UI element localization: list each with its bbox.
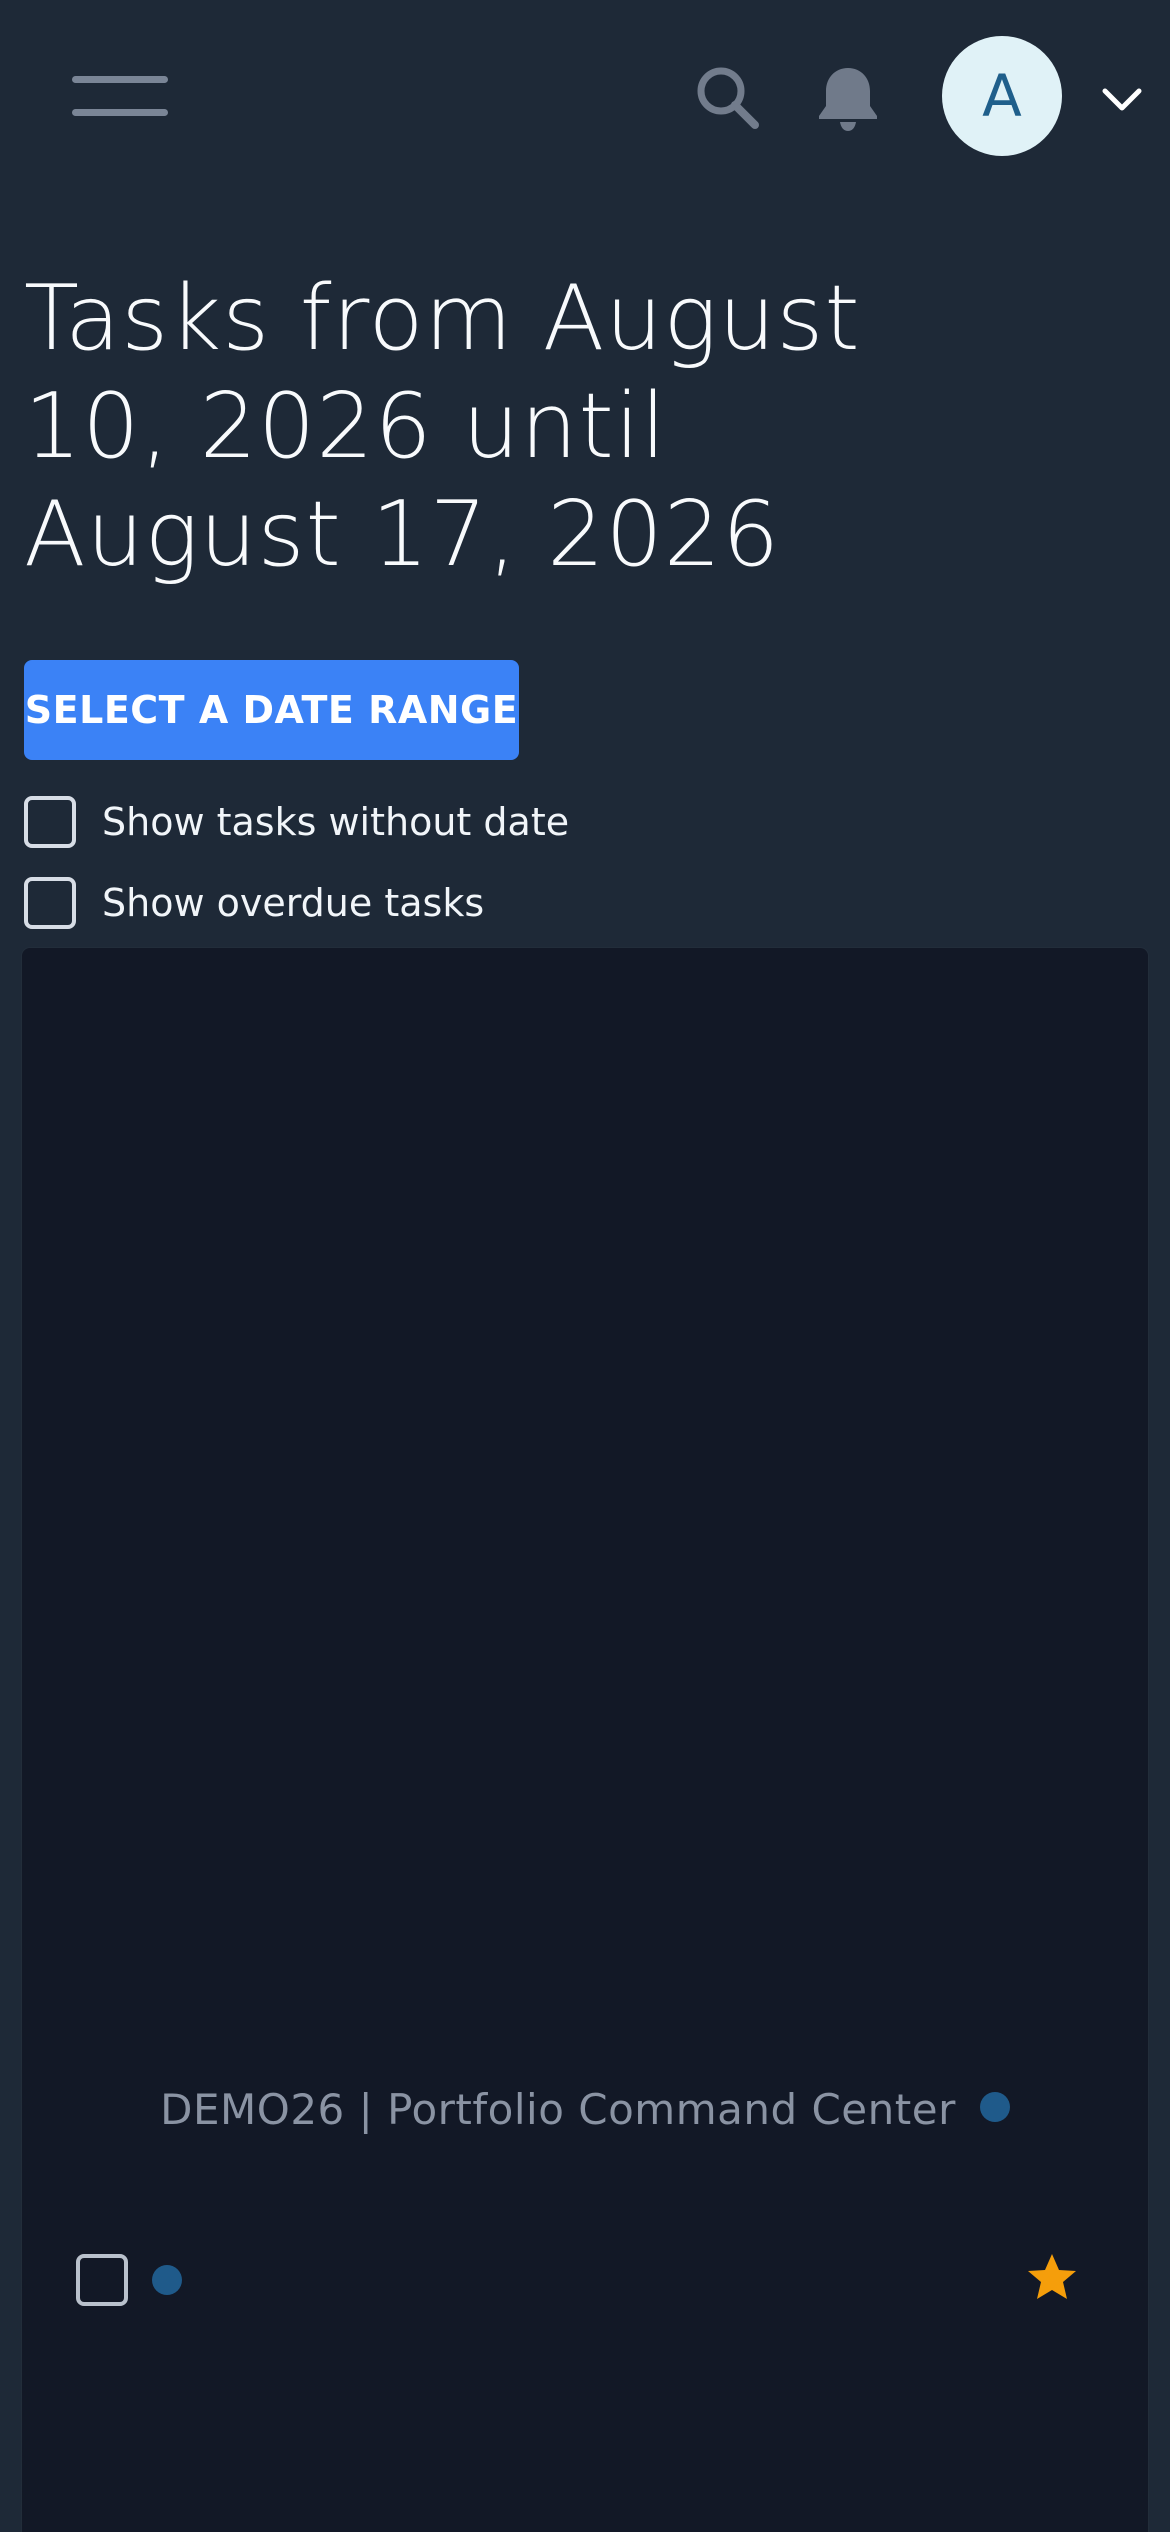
menu-line-top xyxy=(72,76,168,83)
show-overdue-tasks-checkbox[interactable] xyxy=(24,877,76,929)
chevron-down-icon[interactable] xyxy=(1100,84,1144,114)
avatar-initial: A xyxy=(982,62,1022,130)
page-title: Tasks from August 10, 2026 until August … xyxy=(24,266,861,587)
project-color-dot-icon xyxy=(979,2091,1010,2122)
hamburger-icon[interactable] xyxy=(72,76,168,116)
project-line: DEMO26 | Portfolio Command Center xyxy=(0,2085,1170,2134)
task-checkbox[interactable] xyxy=(76,2254,128,2306)
top-bar: A xyxy=(0,0,1170,190)
show-tasks-without-date-label: Show tasks without date xyxy=(102,800,570,844)
menu-line-bottom xyxy=(72,109,168,116)
select-date-range-button[interactable]: SELECT A DATE RANGE xyxy=(24,660,519,760)
tasks-panel xyxy=(22,948,1148,2532)
page: A Tasks from August 10, 2026 until Augus… xyxy=(0,0,1170,2532)
show-tasks-without-date-checkbox[interactable] xyxy=(24,796,76,848)
show-tasks-without-date-option[interactable]: Show tasks without date xyxy=(24,795,569,849)
star-icon[interactable] xyxy=(1024,2250,1080,2306)
search-icon[interactable] xyxy=(692,62,762,132)
show-overdue-tasks-option[interactable]: Show overdue tasks xyxy=(24,876,484,930)
avatar[interactable]: A xyxy=(942,36,1062,156)
task-color-dot-icon xyxy=(152,2265,182,2295)
show-overdue-tasks-label: Show overdue tasks xyxy=(102,881,485,925)
project-title[interactable]: DEMO26 | Portfolio Command Center xyxy=(160,2085,956,2134)
bell-icon[interactable] xyxy=(815,62,881,132)
